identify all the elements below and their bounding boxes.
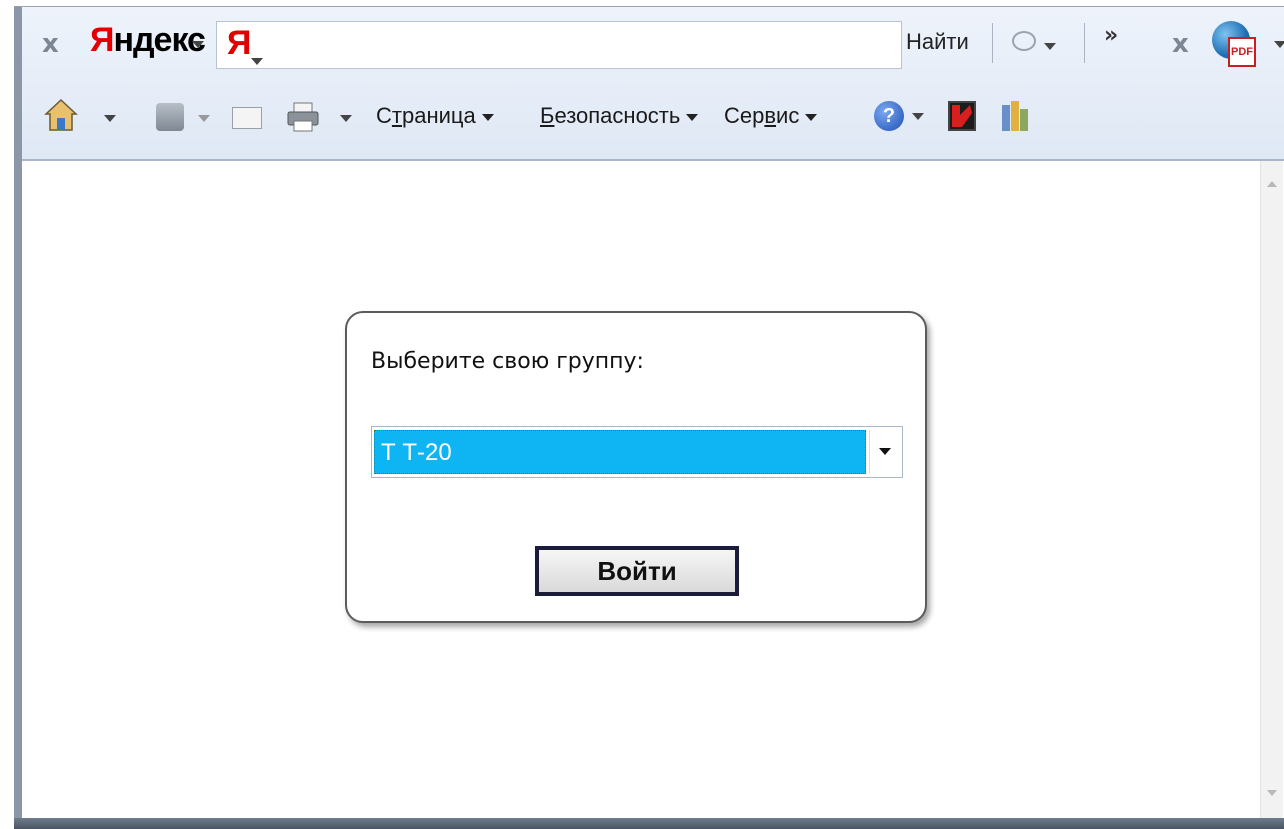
pdf-chevron-down-icon[interactable] [1274, 41, 1284, 48]
bubble-chevron-down-icon[interactable] [1044, 43, 1056, 50]
command-bar: Страница Безопасность Сервис ? [22, 97, 1284, 147]
home-icon[interactable] [44, 97, 78, 133]
yandex-search-box[interactable]: Я [216, 21, 902, 69]
yandex-toolbar: x Яндекс Я Найти » x PDF [22, 15, 1284, 77]
chevron-down-icon [879, 448, 891, 455]
service-menu-label-pre: Сер [724, 103, 765, 128]
yandex-logo-rest: ндекс [113, 21, 206, 59]
scroll-down-icon[interactable] [1267, 790, 1277, 796]
yandex-logo-first-letter: Я [90, 21, 114, 59]
home-chevron-down-icon[interactable] [104, 115, 116, 122]
group-dropdown-button[interactable] [869, 430, 900, 474]
security-menu[interactable]: Безопасность [540, 103, 699, 129]
search-input[interactable] [277, 30, 881, 62]
group-selected-value[interactable]: Т Т-20 [374, 430, 866, 474]
help-chevron-down-icon[interactable] [912, 113, 924, 120]
yandex-menu-chevron-down-icon[interactable] [192, 41, 204, 48]
rss-feed-icon[interactable] [156, 103, 184, 131]
more-chevrons-icon[interactable]: » [1104, 23, 1118, 48]
security-chevron-down-icon [686, 113, 699, 121]
page-menu[interactable]: Страница [376, 103, 494, 129]
ya-search-logo: Я [227, 24, 252, 62]
kaspersky-icon[interactable] [948, 101, 976, 131]
yandex-logo[interactable]: Яндекс [90, 21, 206, 60]
service-menu[interactable]: Сервис [724, 103, 818, 129]
group-login-panel: Выберите свою группу: Т Т-20 Войти [345, 311, 927, 623]
speech-bubble-icon[interactable] [1012, 31, 1036, 51]
service-menu-label-post: ис [776, 103, 800, 128]
security-menu-label-accel: Б [540, 103, 555, 128]
research-icon[interactable] [1000, 99, 1030, 133]
search-engine-chevron-down-icon[interactable] [251, 58, 263, 65]
scroll-up-icon[interactable] [1267, 181, 1277, 187]
page-chevron-down-icon [481, 113, 494, 121]
feed-chevron-down-icon[interactable] [198, 115, 210, 122]
service-chevron-down-icon [805, 113, 818, 121]
find-button[interactable]: Найти [906, 29, 969, 55]
toolbar-divider [992, 23, 993, 63]
group-select[interactable]: Т Т-20 [371, 426, 903, 478]
toolbar-divider [1084, 23, 1085, 63]
page-menu-label-pre: С [376, 103, 392, 128]
close-toolbar-icon[interactable]: x [42, 29, 59, 59]
printer-icon[interactable] [286, 101, 320, 133]
page-menu-label-post: раница [401, 103, 476, 128]
help-icon[interactable]: ? [874, 101, 904, 131]
login-button[interactable]: Войти [535, 546, 739, 596]
service-menu-label-accel: в [764, 103, 777, 128]
print-chevron-down-icon[interactable] [340, 115, 352, 122]
group-prompt-label: Выберите свою группу: [371, 349, 644, 374]
pdf-icon[interactable]: PDF [1228, 37, 1256, 67]
page-menu-label-accel: т [391, 103, 402, 128]
browser-toolbars: x Яндекс Я Найти » x PDF Страница Безопа… [22, 7, 1284, 161]
vertical-scrollbar[interactable] [1260, 161, 1283, 818]
mail-icon[interactable] [232, 107, 262, 129]
window-bottom-edge [14, 818, 1284, 829]
close-icon[interactable]: x [1172, 29, 1189, 59]
security-menu-label-post: езопасность [554, 103, 681, 128]
